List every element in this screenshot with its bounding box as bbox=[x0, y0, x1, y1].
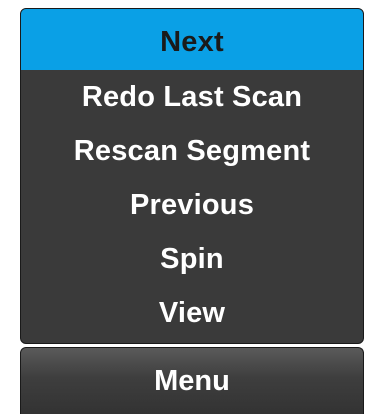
menu-item-spin[interactable]: Spin bbox=[21, 232, 363, 286]
menu-item-rescan-segment[interactable]: Rescan Segment bbox=[21, 124, 363, 178]
menu-button[interactable]: Menu bbox=[20, 347, 364, 414]
window-edge bbox=[364, 0, 374, 414]
popup-menu-window: Next Redo Last Scan Rescan Segment Previ… bbox=[0, 0, 374, 414]
menu-item-next[interactable]: Next bbox=[21, 9, 363, 70]
menu-item-previous[interactable]: Previous bbox=[21, 178, 363, 232]
menu-item-view[interactable]: View bbox=[21, 286, 363, 340]
menu-item-redo-last-scan[interactable]: Redo Last Scan bbox=[21, 70, 363, 124]
menu-list: Next Redo Last Scan Rescan Segment Previ… bbox=[20, 8, 364, 344]
